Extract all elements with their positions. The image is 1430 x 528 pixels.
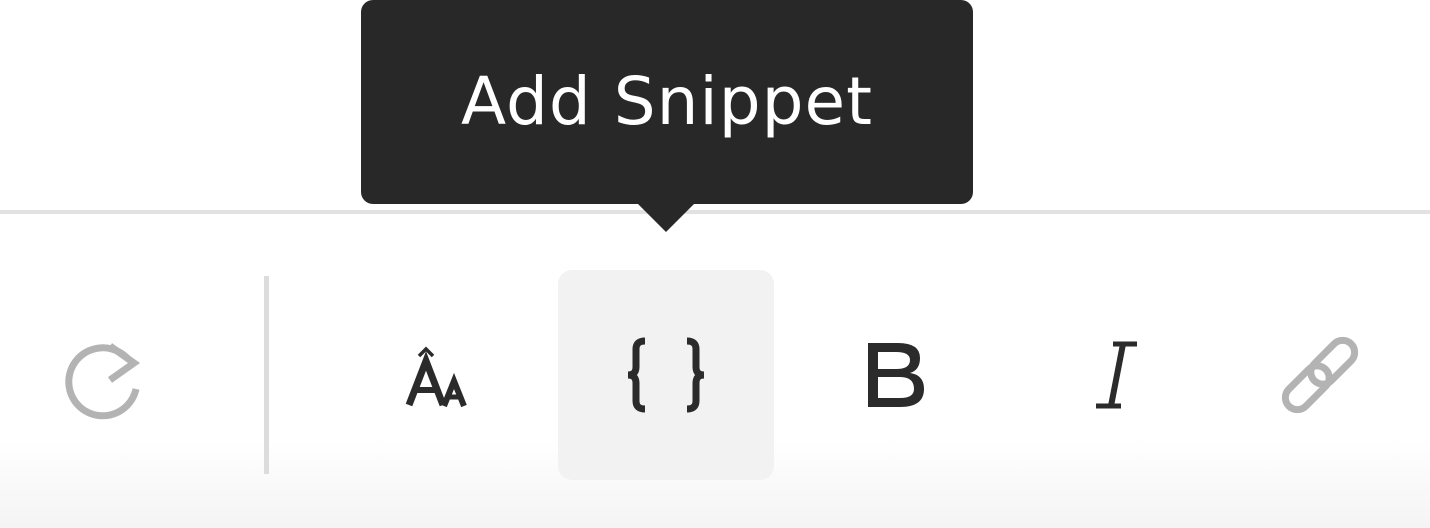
add-snippet-button[interactable] [558, 270, 774, 480]
tooltip-arrow [637, 203, 695, 232]
link-icon [1281, 336, 1359, 414]
add-snippet-tooltip: Add Snippet [361, 0, 973, 204]
link-button[interactable] [1212, 270, 1428, 480]
redo-button[interactable] [0, 270, 206, 480]
italic-button[interactable] [991, 270, 1207, 480]
text-size-button[interactable] [326, 270, 542, 480]
bold-button[interactable] [782, 270, 998, 480]
code-braces-icon [627, 337, 705, 413]
redo-icon [65, 343, 141, 420]
toolbar-separator [264, 276, 269, 474]
bold-icon [868, 343, 924, 407]
tooltip-text: Add Snippet [460, 62, 874, 140]
text-size-icon [405, 346, 467, 408]
italic-icon [1096, 341, 1137, 409]
